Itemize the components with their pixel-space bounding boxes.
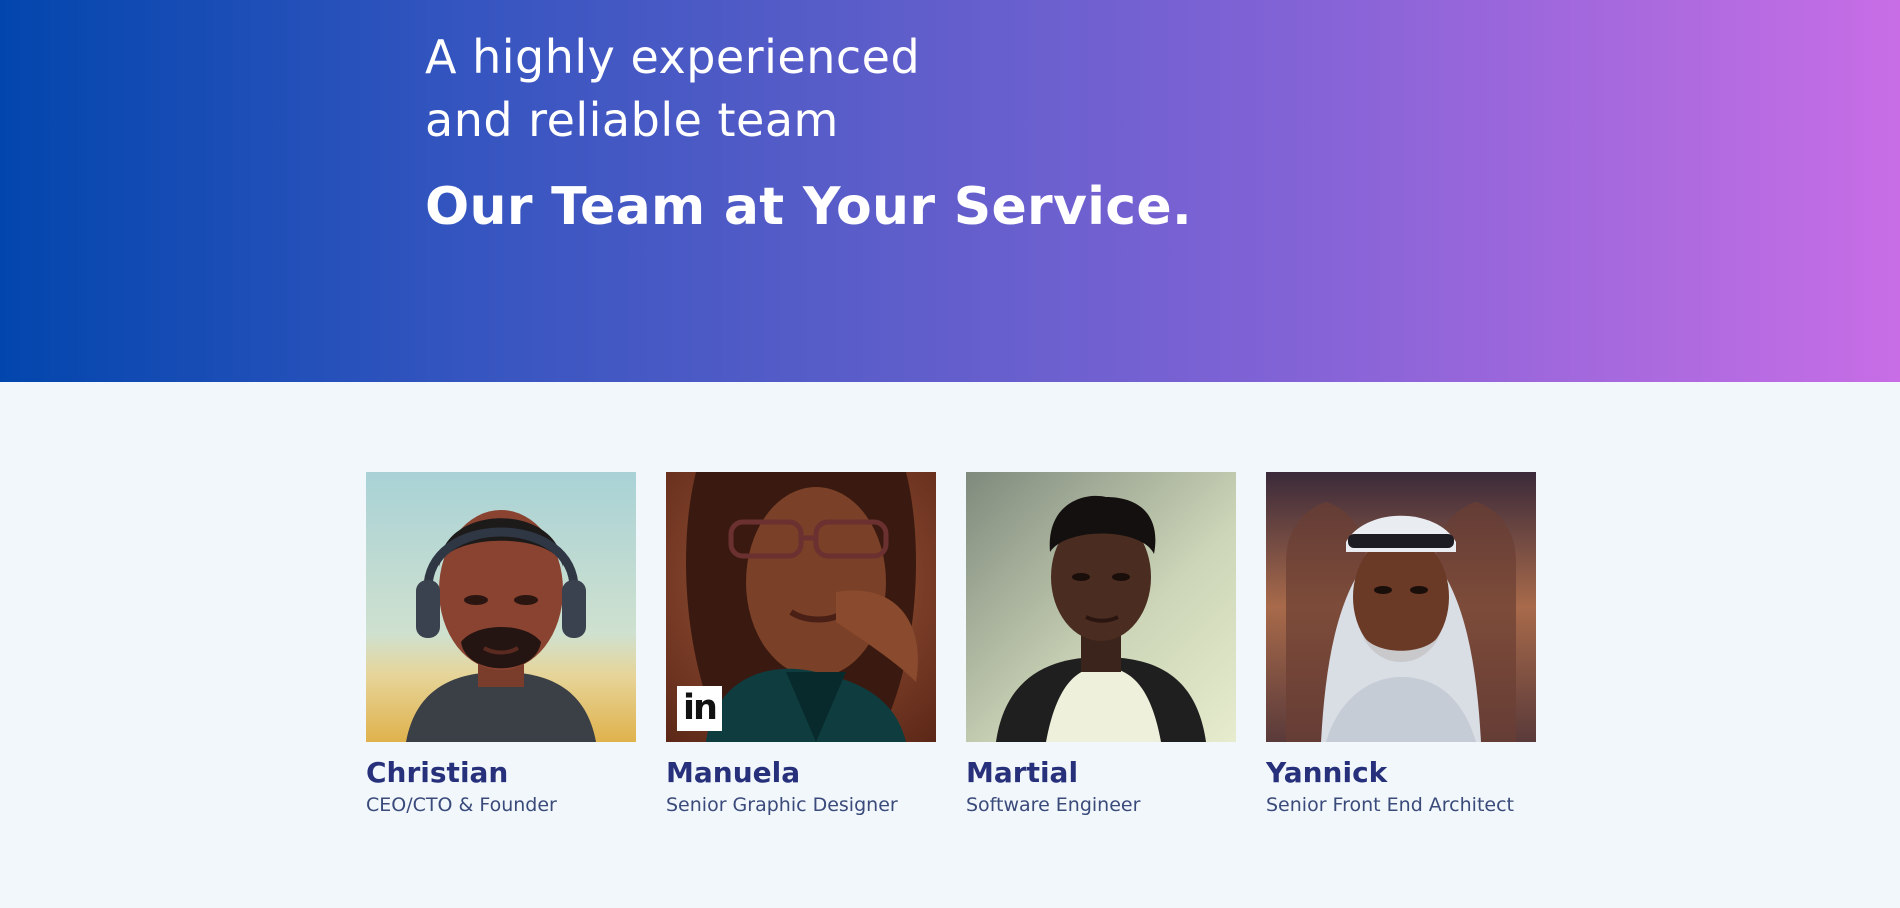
team-photo-manuela[interactable]: in: [666, 472, 936, 742]
team-member-name: Martial: [966, 756, 1079, 789]
young-man-icon: [966, 472, 1236, 742]
hero-banner: A highly experienced and reliable team O…: [0, 0, 1900, 382]
team-grid: Christian CEO/CTO & Founder in Manuela S…: [366, 472, 1536, 818]
team-member-name: Yannick: [1266, 756, 1388, 789]
team-member-name: Christian: [366, 756, 509, 789]
hero-subtitle: A highly experienced and reliable team: [425, 26, 920, 152]
team-photo-christian[interactable]: [366, 472, 636, 742]
team-card-manuela: in Manuela Senior Graphic Designer: [666, 472, 936, 818]
team-card-christian: Christian CEO/CTO & Founder: [366, 472, 636, 818]
team-member-role: Software Engineer: [966, 794, 1141, 816]
team-member-role: CEO/CTO & Founder: [366, 794, 557, 816]
hero-title: Our Team at Your Service.: [425, 177, 1193, 237]
linkedin-icon[interactable]: in: [677, 686, 722, 731]
team-member-role: Senior Front End Architect: [1266, 794, 1514, 816]
person-with-headphones-icon: [366, 472, 636, 742]
hero-subtitle-line-1: A highly experienced: [425, 30, 921, 84]
team-member-name: Manuela: [666, 756, 801, 789]
team-member-role: Senior Graphic Designer: [666, 794, 898, 816]
hero-subtitle-line-2: and reliable team: [425, 93, 839, 147]
team-card-yannick: Yannick Senior Front End Architect: [1266, 472, 1536, 818]
team-card-martial: Martial Software Engineer: [966, 472, 1236, 818]
team-photo-martial[interactable]: [966, 472, 1236, 742]
man-with-headdress-icon: [1266, 472, 1536, 742]
team-photo-yannick[interactable]: [1266, 472, 1536, 742]
